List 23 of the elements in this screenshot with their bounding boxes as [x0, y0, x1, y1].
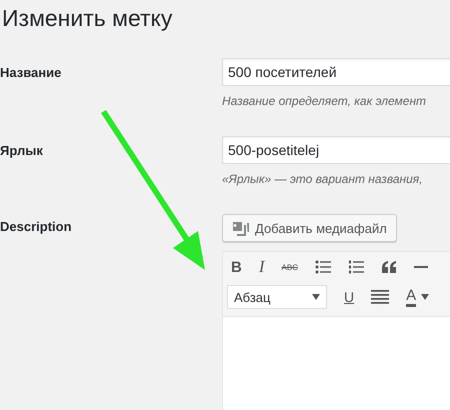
- bullet-list-icon[interactable]: [314, 260, 331, 274]
- quote-icon[interactable]: [380, 261, 397, 273]
- input-field[interactable]: 500 посетителей: [222, 58, 450, 86]
- text-color-button[interactable]: A: [406, 288, 430, 306]
- field-label: Ярлык: [0, 142, 44, 160]
- format-button[interactable]: U: [344, 289, 354, 305]
- field-description: Название определяет, как элемент: [222, 94, 428, 108]
- caret-icon: [421, 294, 430, 300]
- format-button[interactable]: B: [231, 258, 242, 276]
- format-button[interactable]: I: [258, 257, 265, 277]
- paragraph-select[interactable]: Абзац: [227, 285, 327, 309]
- format-button[interactable]: ABC: [282, 262, 298, 272]
- field-description: «Ярлык» — это вариант названия,: [222, 172, 424, 186]
- add-media-button[interactable]: Добавить медиафайл: [222, 214, 397, 242]
- justify-icon[interactable]: [371, 290, 390, 304]
- field-label: Название: [0, 64, 62, 82]
- media-icon: [232, 220, 250, 236]
- field-label: Description: [0, 218, 73, 236]
- numbered-list-icon[interactable]: [348, 260, 364, 274]
- horizontal-line-icon[interactable]: [414, 266, 428, 268]
- caret-icon: [312, 294, 320, 300]
- page-title: Изменить метку: [1, 4, 174, 33]
- input-field[interactable]: 500-posetitelej: [222, 136, 450, 164]
